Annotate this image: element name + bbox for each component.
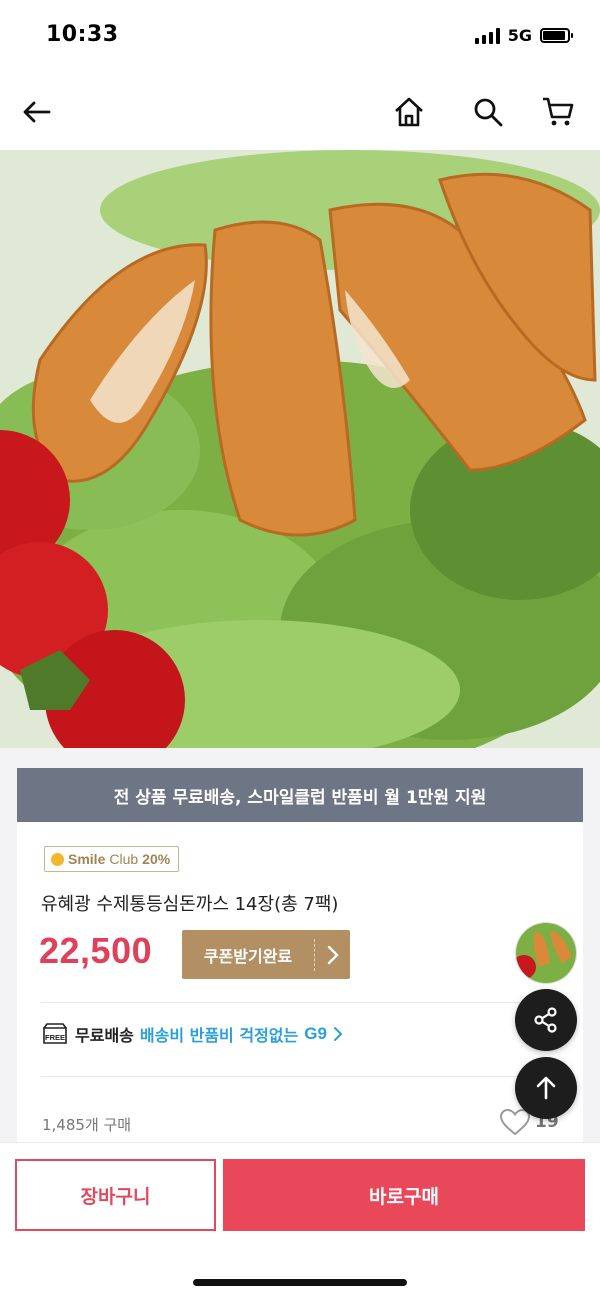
purchase-count: 1,485개 구매 [42, 1116, 132, 1134]
free-shipping-icon: FREE [43, 1023, 67, 1044]
back-arrow-icon[interactable] [14, 90, 58, 134]
smile-club-rate: 20% [142, 851, 171, 867]
free-shipping-banner[interactable]: 전 상품 무료배송, 스마일클럽 반품비 월 1만원 지원 [17, 768, 583, 822]
product-price: 22,500 [39, 930, 153, 971]
shipping-promo: 배송비 반품비 걱정없는 [139, 1026, 299, 1045]
add-to-cart-button[interactable]: 장바구니 [15, 1159, 216, 1231]
status-time: 10:33 [46, 22, 119, 47]
signal-icon [474, 27, 500, 44]
arrow-up-icon [536, 1076, 556, 1100]
product-title: 유혜광 수제통등심돈까스 14장(총 7팩) [41, 894, 339, 915]
buy-now-button[interactable]: 바로구매 [223, 1159, 585, 1231]
product-thumbnail[interactable] [515, 922, 577, 984]
home-indicator[interactable] [193, 1279, 407, 1286]
status-indicators: 5G [474, 26, 573, 45]
smile-logo-icon [51, 852, 64, 866]
smile-club-club: Club [109, 851, 139, 867]
status-bar: 10:33 5G [0, 0, 600, 76]
product-info-card: Smile Club 20% 유혜광 수제통등심돈까스 14장(총 7팩) 22… [17, 822, 583, 1142]
top-nav-bar [0, 76, 600, 148]
share-button[interactable] [515, 989, 577, 1051]
coupon-label: 쿠폰받기완료 [203, 946, 293, 966]
scroll-top-button[interactable] [515, 1057, 577, 1119]
network-type: 5G [507, 26, 532, 45]
battery-icon [540, 28, 573, 43]
chevron-right-icon [315, 945, 350, 965]
coupon-button[interactable]: 쿠폰받기완료 [182, 930, 350, 979]
cart-icon[interactable] [536, 90, 580, 134]
smile-club-badge: Smile Club 20% [44, 846, 180, 872]
product-image[interactable] [0, 150, 600, 748]
home-icon[interactable] [387, 90, 431, 134]
shipping-info-row[interactable]: FREE 무료배송 배송비 반품비 걱정없는 G9 [41, 1022, 343, 1046]
shipping-label: 무료배송 [75, 1026, 134, 1045]
svg-text:FREE: FREE [45, 1033, 65, 1042]
g9-brand: G9 [304, 1024, 327, 1043]
smile-club-brand: Smile [68, 851, 106, 867]
chevron-right-icon [333, 1027, 343, 1041]
share-icon [534, 1007, 557, 1033]
bottom-action-bar: 장바구니 바로구매 [0, 1142, 600, 1298]
search-icon[interactable] [466, 90, 510, 134]
